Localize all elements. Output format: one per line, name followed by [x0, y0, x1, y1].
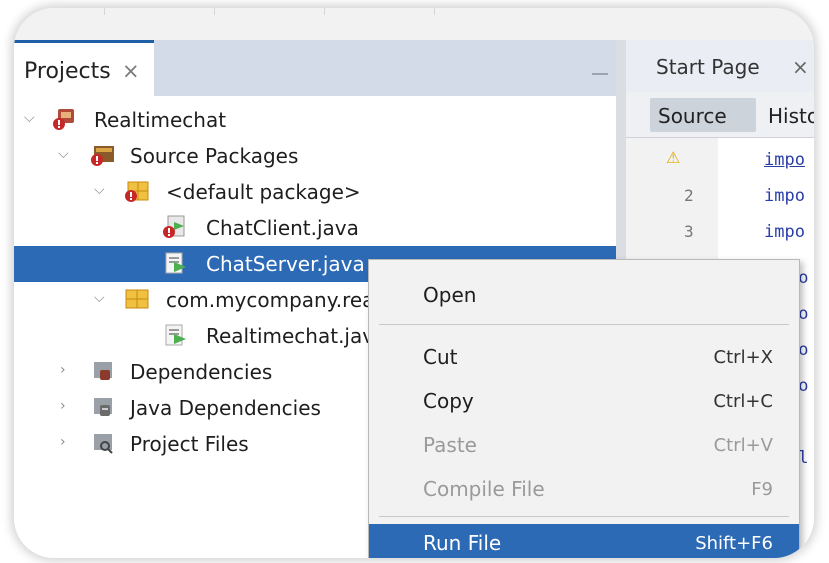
- tree-node-label: ChatServer.java: [206, 252, 365, 276]
- history-button[interactable]: History: [768, 104, 814, 128]
- close-icon[interactable]: ×: [792, 55, 809, 79]
- tree-node-label: Realtimechat: [94, 108, 227, 132]
- menu-item-cut[interactable]: Cut Ctrl+X: [369, 338, 799, 376]
- tree-node-source-packages[interactable]: ⌵ Source Packages: [14, 138, 616, 174]
- line-number: 3: [684, 222, 694, 241]
- code-line: impo: [764, 186, 805, 206]
- menu-item-label: Paste: [423, 433, 477, 457]
- source-label: Source: [658, 104, 727, 128]
- chevron-right-icon[interactable]: ›: [60, 398, 66, 414]
- tree-node-label: Dependencies: [130, 360, 273, 384]
- menu-item-shortcut: Ctrl+X: [713, 347, 773, 368]
- tab-projects-label: Projects: [24, 59, 111, 84]
- tree-node-chatclient[interactable]: ChatClient.java: [14, 210, 616, 246]
- tree-node-label: ChatClient.java: [206, 216, 359, 240]
- menu-item-compile-file[interactable]: Compile File F9: [369, 470, 799, 508]
- tab-start-page-label: Start Page: [656, 55, 760, 79]
- chevron-right-icon[interactable]: ›: [60, 362, 66, 378]
- source-packages-icon: [91, 146, 114, 166]
- tree-node-label: Java Dependencies: [130, 396, 321, 420]
- chevron-down-icon[interactable]: ⌵: [58, 146, 69, 162]
- java-file-error-icon: [163, 215, 185, 238]
- minimize-icon[interactable]: [592, 73, 608, 75]
- java-dependencies-icon: [94, 398, 112, 416]
- menu-separator: [379, 324, 789, 325]
- tree-node-realtimechat[interactable]: ⌵ Realtimechat: [14, 102, 616, 138]
- context-menu: Open Cut Ctrl+X Copy Ctrl+C Paste Ctrl+V…: [368, 259, 800, 558]
- menu-separator: [379, 516, 789, 517]
- ide-window: Projects × ⌵ Realtimechat ⌵ Source Packa…: [14, 8, 814, 558]
- source-button[interactable]: Source: [650, 98, 756, 132]
- tree-node-label: Source Packages: [130, 144, 299, 168]
- code-line: impo: [764, 222, 805, 242]
- close-icon[interactable]: ×: [122, 59, 140, 83]
- chevron-down-icon[interactable]: ⌵: [94, 290, 105, 306]
- menu-item-label: Compile File: [423, 477, 545, 501]
- java-file-icon: [165, 324, 186, 346]
- tree-node-label: Project Files: [130, 432, 249, 456]
- menu-item-open[interactable]: Open: [369, 276, 799, 314]
- package-icon: [125, 289, 149, 309]
- tree-node-label: <default package>: [166, 180, 361, 204]
- tree-node-default-package[interactable]: ⌵ <default package>: [14, 174, 616, 210]
- tab-start-page[interactable]: Start Page ×: [626, 40, 814, 92]
- menu-item-label: Cut: [423, 345, 458, 369]
- menu-item-shortcut: Ctrl+C: [713, 391, 773, 412]
- menu-item-paste[interactable]: Paste Ctrl+V: [369, 426, 799, 464]
- menu-item-label: Copy: [423, 389, 474, 413]
- editor-toolbar: Source History: [626, 92, 814, 138]
- chevron-down-icon[interactable]: ⌵: [94, 182, 105, 198]
- chevron-right-icon[interactable]: ›: [60, 434, 66, 450]
- menu-item-label: Run File: [423, 531, 502, 555]
- menu-item-shortcut: F9: [751, 479, 773, 500]
- menu-item-label: Open: [423, 283, 477, 307]
- chevron-down-icon[interactable]: ⌵: [24, 110, 35, 126]
- tree-node-label: Realtimechat.java: [206, 324, 387, 348]
- project-icon: [53, 109, 74, 130]
- dependencies-icon: [94, 362, 112, 380]
- warning-icon: ⚠: [666, 148, 681, 167]
- menu-item-shortcut: Ctrl+V: [713, 435, 773, 456]
- menu-item-shortcut: Shift+F6: [695, 533, 773, 554]
- menu-item-run-file[interactable]: Run File Shift+F6: [369, 524, 799, 558]
- code-line: impo: [764, 150, 805, 170]
- line-number: 2: [684, 186, 694, 205]
- tab-projects[interactable]: Projects ×: [14, 40, 154, 96]
- toolbar-strip: [14, 8, 814, 40]
- menu-item-copy[interactable]: Copy Ctrl+C: [369, 382, 799, 420]
- package-icon: [125, 181, 149, 202]
- project-files-icon: [94, 434, 113, 454]
- java-file-icon: [165, 252, 186, 274]
